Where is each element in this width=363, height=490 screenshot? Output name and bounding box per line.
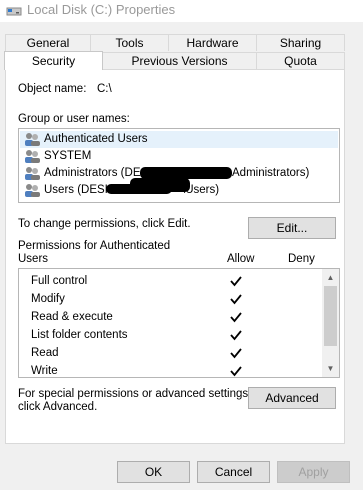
permission-name: Full control bbox=[31, 275, 88, 287]
permission-name: Write bbox=[31, 365, 58, 377]
redaction-mark bbox=[106, 184, 172, 194]
permissions-list[interactable]: Full control Modify Read & execute List … bbox=[18, 268, 340, 378]
check-icon bbox=[230, 294, 242, 305]
group-name: Users (DESK bbox=[44, 184, 113, 196]
edit-button[interactable]: Edit... bbox=[248, 217, 336, 239]
users-icon bbox=[25, 184, 40, 197]
scroll-down-icon[interactable]: ▼ bbox=[322, 360, 339, 377]
special-permissions-text-line1: For special permissions or advanced sett… bbox=[18, 388, 252, 400]
group-names-label: Group or user names: bbox=[18, 113, 130, 125]
group-name: SYSTEM bbox=[44, 150, 92, 162]
check-icon bbox=[230, 312, 242, 323]
drive-icon bbox=[6, 7, 22, 16]
permission-name: List folder contents bbox=[31, 329, 128, 341]
permission-name: Read bbox=[31, 347, 59, 359]
object-name-value: C:\ bbox=[97, 83, 112, 95]
tab-tools[interactable]: Tools bbox=[90, 34, 169, 51]
permission-name: Read & execute bbox=[31, 311, 113, 323]
advanced-button[interactable]: Advanced bbox=[248, 387, 336, 409]
tab-sharing[interactable]: Sharing bbox=[256, 34, 345, 51]
list-item: Read & execute bbox=[31, 308, 321, 326]
scrollbar-thumb[interactable] bbox=[324, 286, 337, 346]
tab-previous-versions[interactable]: Previous Versions bbox=[102, 52, 257, 69]
tab-quota[interactable]: Quota bbox=[256, 52, 345, 69]
permission-name: Modify bbox=[31, 293, 65, 305]
list-item: Read bbox=[31, 344, 321, 362]
list-item: Full control bbox=[31, 272, 321, 290]
allow-header: Allow bbox=[227, 253, 255, 265]
tab-hardware[interactable]: Hardware bbox=[168, 34, 257, 51]
window-title: Local Disk (C:) Properties bbox=[27, 2, 176, 17]
list-item[interactable]: Authenticated Users bbox=[20, 131, 338, 148]
tab-general[interactable]: General bbox=[5, 34, 91, 51]
vertical-scrollbar[interactable]: ▲ ▼ bbox=[322, 269, 339, 377]
check-icon bbox=[230, 366, 242, 377]
special-permissions-text-line2: click Advanced. bbox=[18, 401, 98, 413]
cancel-button[interactable]: Cancel bbox=[197, 461, 270, 483]
users-icon bbox=[25, 133, 40, 146]
group-name: Authenticated Users bbox=[44, 133, 148, 145]
title-bar: Local Disk (C:) Properties bbox=[0, 0, 363, 22]
apply-button[interactable]: Apply bbox=[277, 461, 350, 483]
list-item: Write bbox=[31, 362, 321, 377]
list-item: List folder contents bbox=[31, 326, 321, 344]
check-icon bbox=[230, 348, 242, 359]
list-item: Modify bbox=[31, 290, 321, 308]
check-icon bbox=[230, 276, 242, 287]
deny-header: Deny bbox=[288, 253, 315, 265]
scroll-up-icon[interactable]: ▲ bbox=[322, 269, 339, 286]
tab-security[interactable]: Security bbox=[4, 51, 103, 70]
list-item[interactable]: SYSTEM bbox=[20, 148, 338, 165]
change-permissions-text: To change permissions, click Edit. bbox=[18, 218, 191, 230]
ok-button[interactable]: OK bbox=[117, 461, 190, 483]
check-icon bbox=[230, 330, 242, 341]
group-name-tail: Administrators) bbox=[232, 167, 310, 179]
users-icon bbox=[25, 167, 40, 180]
users-icon bbox=[25, 150, 40, 163]
object-name-label: Object name: bbox=[18, 83, 87, 95]
permissions-label-line1: Permissions for Authenticated bbox=[18, 240, 171, 252]
permissions-label-line2: Users bbox=[18, 253, 49, 265]
